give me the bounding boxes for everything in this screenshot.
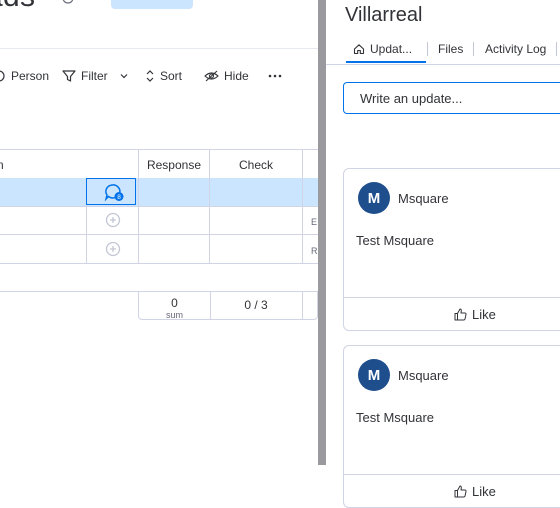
like-label: Like xyxy=(472,307,496,322)
person-label: Person xyxy=(11,69,50,83)
item-updates-panel: Villarreal Updat... Files Activity Log W… xyxy=(326,0,560,508)
add-item-row[interactable] xyxy=(0,264,318,292)
sort-label: Sort xyxy=(160,69,183,83)
avatar[interactable]: M xyxy=(358,182,390,214)
tab-activity-log-label: Activity Log xyxy=(485,42,547,56)
tab-separator xyxy=(427,42,428,56)
home-icon xyxy=(353,44,365,55)
summary-row: 0 sum 0 / 3 xyxy=(138,291,318,320)
chevron-down-icon[interactable] xyxy=(119,71,129,81)
filter-icon xyxy=(62,70,76,82)
card-divider xyxy=(344,297,560,298)
sort-button[interactable]: Sort xyxy=(145,66,182,86)
truncated-cell-text: R xyxy=(311,246,318,256)
board-area: ads Person Filter Sort H xyxy=(0,0,318,507)
update-bubble-icon[interactable]: 8 xyxy=(104,183,126,203)
row-divider xyxy=(209,178,210,264)
response-sum-value: 0 xyxy=(171,296,178,310)
filter-label: Filter xyxy=(81,69,108,83)
response-sum[interactable]: 0 sum xyxy=(139,296,210,320)
sort-icon xyxy=(146,70,154,82)
update-body: Test Msquare xyxy=(356,233,435,248)
update-body: Test Msquare xyxy=(356,410,435,425)
check-summary[interactable]: 0 / 3 xyxy=(210,298,302,312)
like-button[interactable]: Like xyxy=(454,484,496,499)
row-divider xyxy=(138,178,139,264)
person-filter-button[interactable]: Person xyxy=(0,66,49,86)
card-divider xyxy=(344,474,560,475)
tab-files-label: Files xyxy=(438,42,464,56)
avatar[interactable]: M xyxy=(358,359,390,391)
hide-button[interactable]: Hide xyxy=(204,66,249,86)
item-title[interactable]: Villarreal xyxy=(345,4,422,27)
board-info-icons[interactable] xyxy=(62,0,108,9)
active-tab-indicator xyxy=(346,61,426,63)
hide-label: Hide xyxy=(224,69,249,83)
header-divider xyxy=(0,48,318,49)
table-header: n Response Check xyxy=(0,149,318,180)
more-options-button[interactable] xyxy=(268,66,282,86)
panel-tabs: Updat... Files Activity Log xyxy=(326,36,560,65)
update-card: M Msquare Test Msquare Like xyxy=(343,168,560,331)
thumbs-up-icon xyxy=(454,485,467,498)
truncated-cell-text: E xyxy=(311,217,318,227)
column-divider xyxy=(302,150,303,179)
column-divider xyxy=(138,150,139,179)
person-icon xyxy=(0,70,5,82)
add-update-icon[interactable] xyxy=(105,212,121,228)
update-author[interactable]: Msquare xyxy=(398,191,449,206)
column-divider xyxy=(302,291,303,319)
table-row[interactable] xyxy=(0,178,318,207)
ellipsis-icon xyxy=(268,74,282,78)
column-header-response[interactable]: Response xyxy=(138,150,210,179)
write-update-placeholder: Write an update... xyxy=(360,90,463,106)
tab-separator xyxy=(473,42,474,56)
table-row[interactable] xyxy=(0,235,318,264)
tab-files[interactable]: Files xyxy=(438,36,463,62)
eye-hidden-icon xyxy=(204,70,219,82)
filter-button[interactable]: Filter xyxy=(62,66,129,86)
thumbs-up-icon xyxy=(454,308,467,321)
update-card: M Msquare Test Msquare Like xyxy=(343,345,560,508)
write-update-input[interactable]: Write an update... xyxy=(343,82,560,114)
column-header-check[interactable]: Check xyxy=(210,150,302,179)
column-divider xyxy=(209,150,210,179)
board-title[interactable]: ads xyxy=(0,0,35,14)
add-update-icon[interactable] xyxy=(105,241,121,257)
update-author[interactable]: Msquare xyxy=(398,368,449,383)
update-count-badge: 8 xyxy=(117,194,121,201)
response-sum-label: sum xyxy=(165,310,183,320)
column-header-item[interactable]: n xyxy=(0,150,7,179)
info-icon[interactable] xyxy=(62,0,108,6)
like-button[interactable]: Like xyxy=(454,307,496,322)
row-divider xyxy=(302,178,303,264)
table-row[interactable] xyxy=(0,206,318,235)
tab-activity-log[interactable]: Activity Log xyxy=(485,36,546,62)
board-view-pill[interactable] xyxy=(111,0,193,9)
tab-updates-label: Updat... xyxy=(370,42,413,56)
tab-updates[interactable]: Updat... xyxy=(353,36,412,62)
tab-separator xyxy=(556,42,557,56)
like-label: Like xyxy=(472,484,496,499)
panel-resize-handle[interactable] xyxy=(318,0,326,465)
